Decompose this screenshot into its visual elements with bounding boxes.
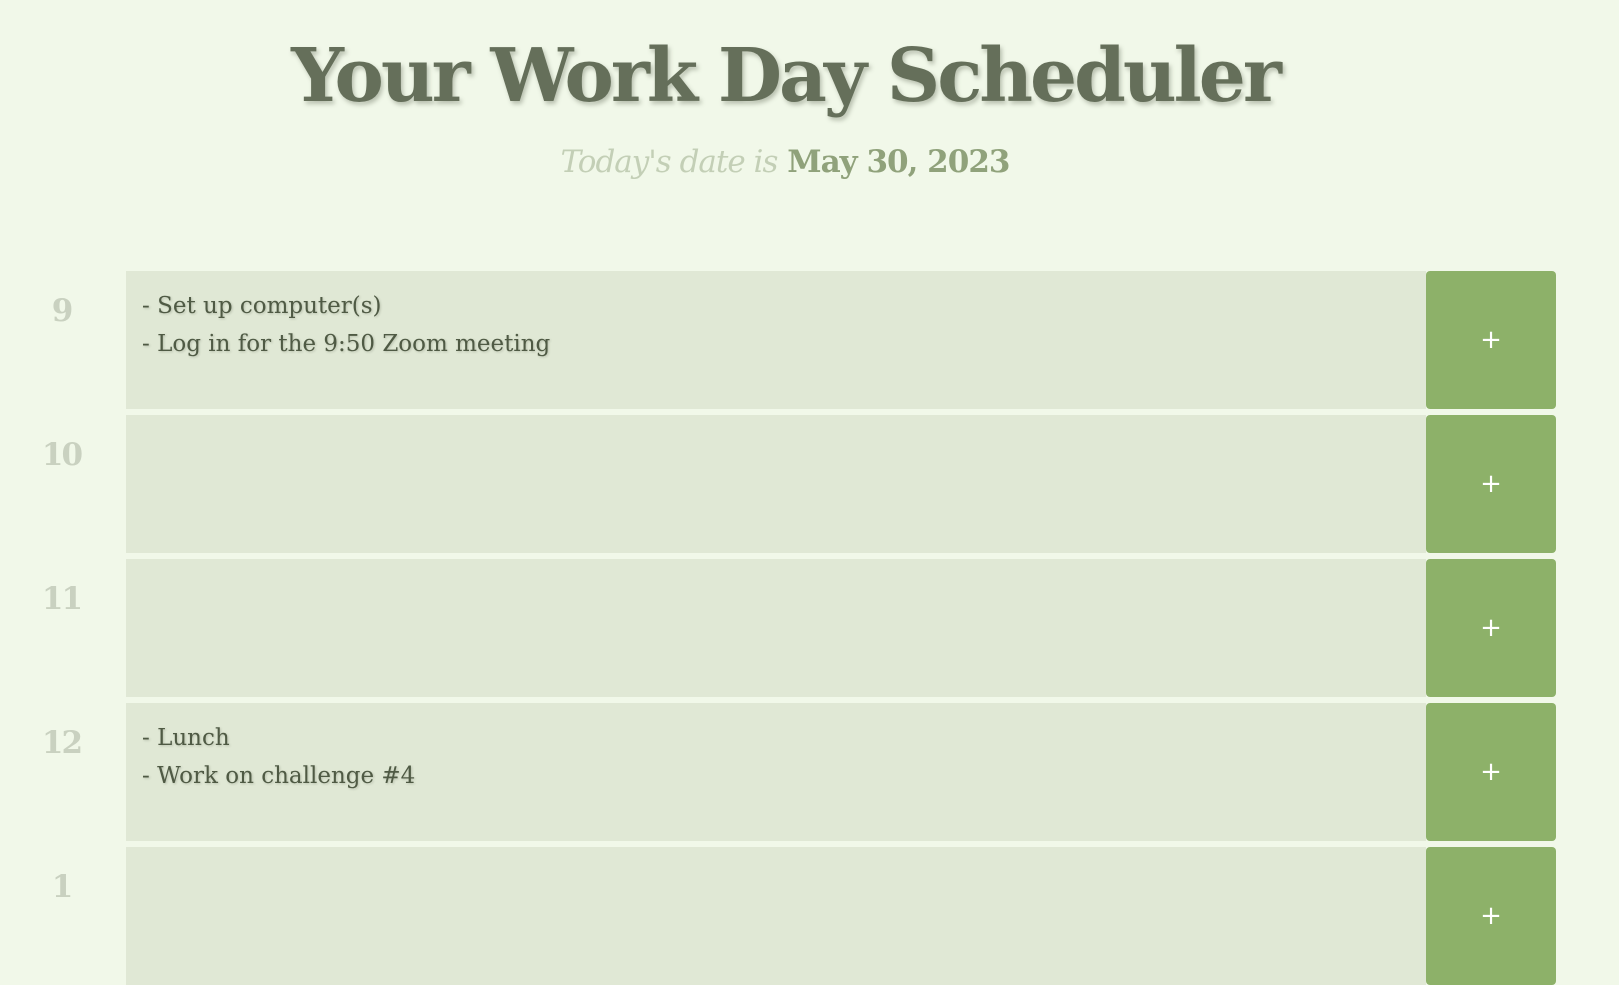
save-button[interactable]: + [1426, 703, 1556, 841]
hour-label: 12 [41, 725, 83, 761]
timeblock-row-9: 9 - Set up computer(s) - Log in for the … [0, 271, 1619, 409]
save-button[interactable]: + [1426, 847, 1556, 985]
page-title: Your Work Day Scheduler [291, 33, 1282, 119]
date-lead-text: Today's date is [560, 144, 779, 180]
timeblock-row-11: 11 + [0, 559, 1619, 697]
save-button[interactable]: + [1426, 559, 1556, 697]
hour-label: 9 [51, 293, 74, 329]
plus-icon: + [1480, 901, 1502, 931]
hour-label: 10 [41, 437, 83, 473]
timeblock-note-input[interactable] [126, 415, 1426, 553]
plus-icon: + [1480, 757, 1502, 787]
current-date: May 30, 2023 [787, 144, 1010, 180]
timeblock-row-1: 1 + [0, 847, 1619, 985]
hour-label: 11 [41, 581, 83, 617]
timeblock-row-12: 12 - Lunch - Work on challenge #4 + [0, 703, 1619, 841]
timeblock-note-input[interactable] [126, 559, 1426, 697]
timeblock-row-10: 10 + [0, 415, 1619, 553]
current-date-line: Today's date is May 30, 2023 [0, 144, 1570, 181]
save-button[interactable]: + [1426, 415, 1556, 553]
timeblock-note-input[interactable]: - Set up computer(s) - Log in for the 9:… [126, 271, 1426, 409]
save-button[interactable]: + [1426, 271, 1556, 409]
timeblock-note-input[interactable] [126, 847, 1426, 985]
plus-icon: + [1480, 613, 1502, 643]
plus-icon: + [1480, 469, 1502, 499]
timeblock-note-input[interactable]: - Lunch - Work on challenge #4 [126, 703, 1426, 841]
plus-icon: + [1480, 325, 1502, 355]
